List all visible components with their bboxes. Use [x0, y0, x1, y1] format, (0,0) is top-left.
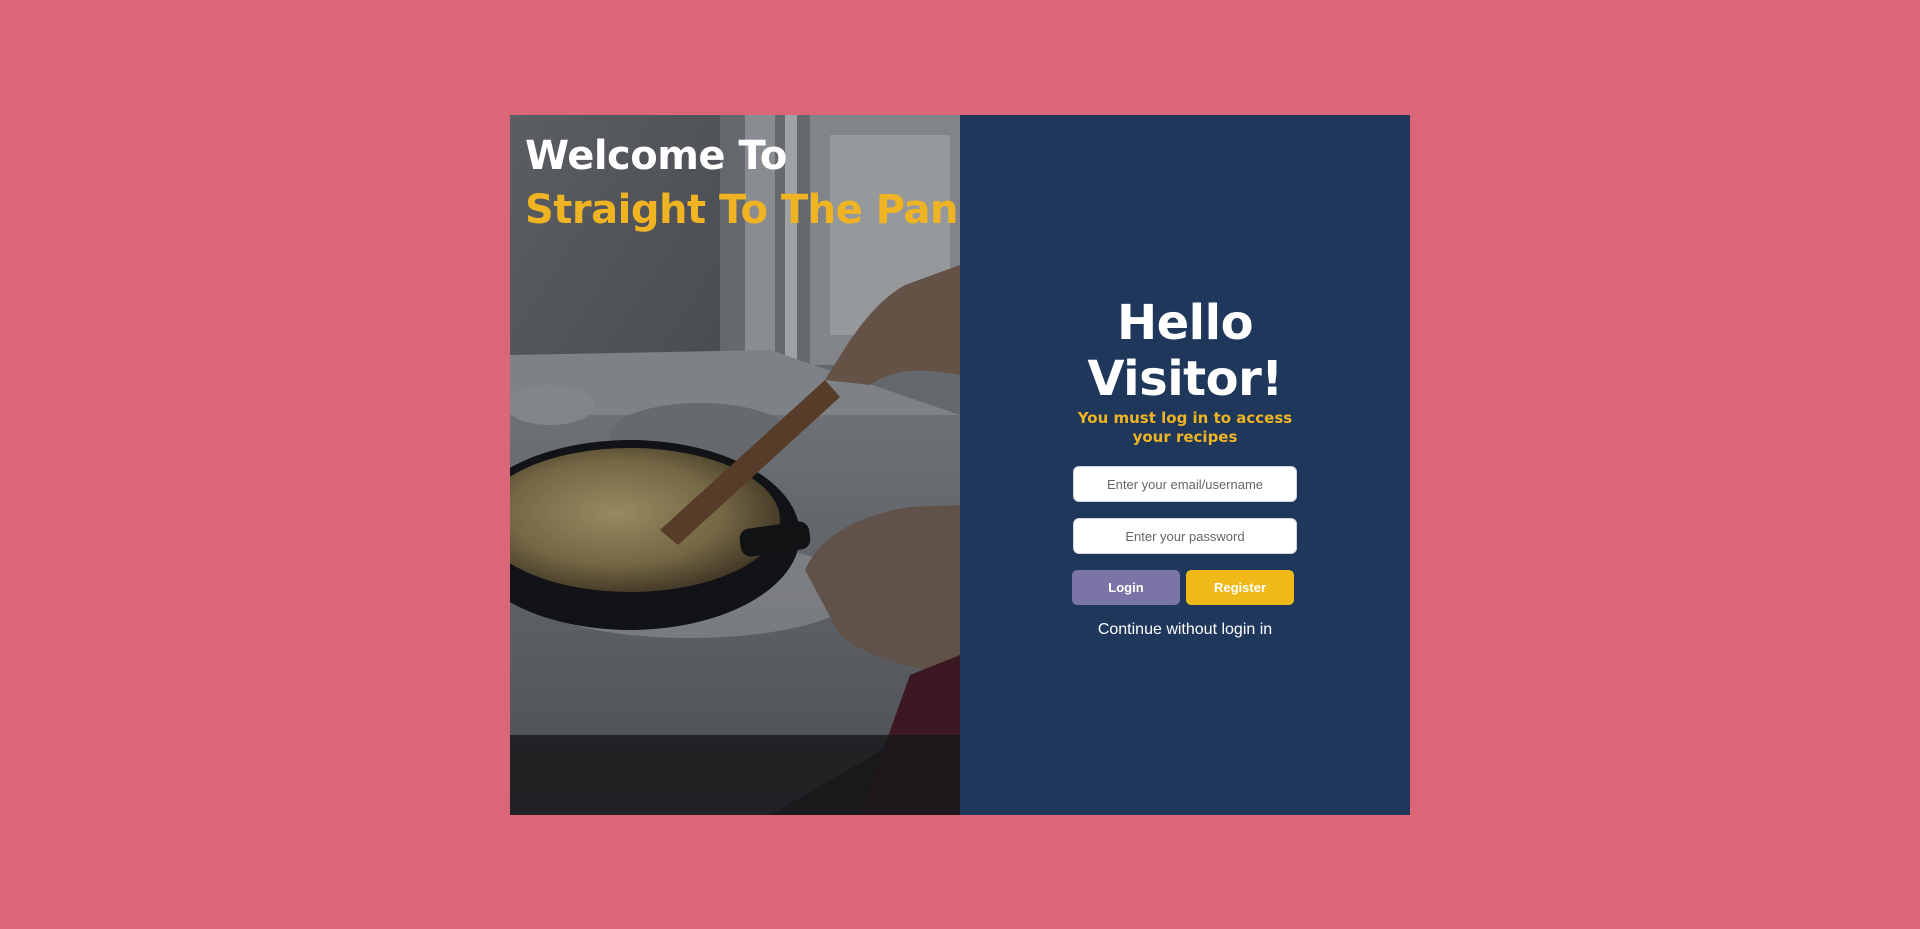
hero-panel: Welcome To Straight To The Pan	[510, 115, 960, 815]
register-button[interactable]: Register	[1186, 570, 1294, 605]
login-card: Welcome To Straight To The Pan Hello Vis…	[510, 115, 1410, 815]
login-button[interactable]: Login	[1072, 570, 1180, 605]
greeting-title: Hello Visitor!	[1087, 295, 1283, 407]
login-panel: Hello Visitor! You must log in to access…	[960, 115, 1410, 815]
password-field[interactable]	[1073, 518, 1297, 554]
login-form: Hello Visitor! You must log in to access…	[960, 295, 1410, 639]
welcome-line: Welcome To	[525, 133, 787, 179]
continue-without-login-link[interactable]: Continue without login in	[1098, 621, 1272, 639]
login-subtitle: You must log in to access your recipes	[1077, 409, 1293, 446]
hero-heading: Welcome To Straight To The Pan	[525, 129, 958, 237]
site-name: Straight To The Pan	[525, 187, 958, 233]
email-field[interactable]	[1073, 466, 1297, 502]
button-row: Login Register	[1072, 570, 1294, 605]
